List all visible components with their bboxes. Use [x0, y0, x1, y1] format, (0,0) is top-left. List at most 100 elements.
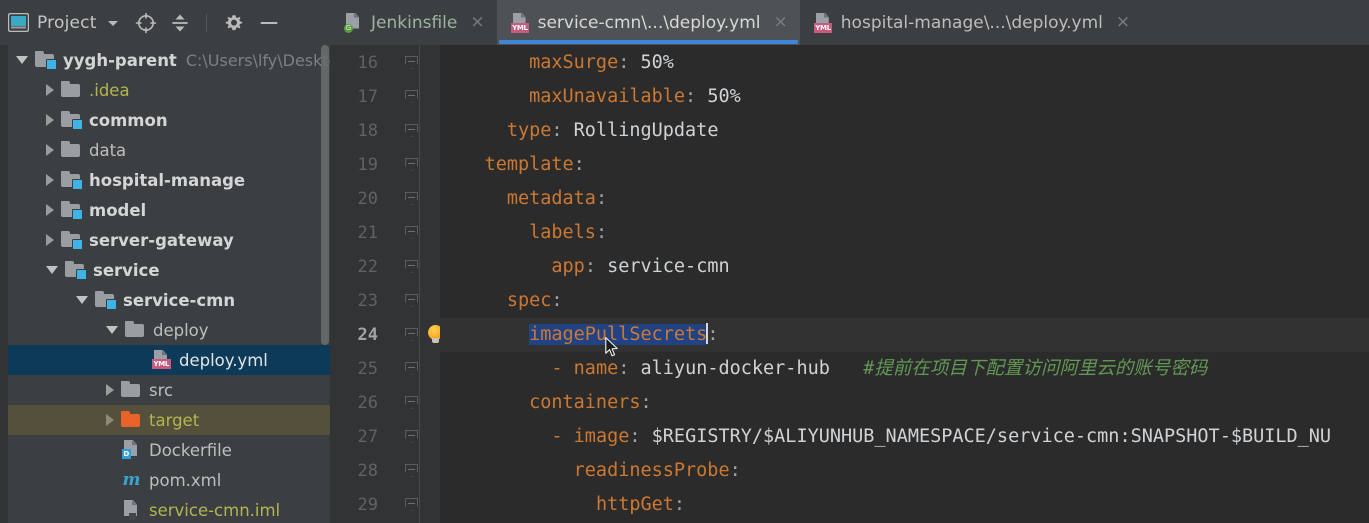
expand-arrow-down-icon[interactable]: [106, 326, 118, 334]
gear-icon[interactable]: [223, 12, 245, 34]
yaml-value: service-cmn: [595, 256, 730, 277]
tree-scrollbar[interactable]: [320, 45, 330, 523]
editor-tab-service-cmn-deploy[interactable]: YML service-cmn\...\deploy.yml ×: [496, 0, 800, 45]
tree-node-service-cmn[interactable]: service-cmn: [8, 285, 330, 315]
code-line[interactable]: maxUnavailable: 50%: [440, 80, 741, 114]
close-icon[interactable]: ×: [470, 14, 484, 31]
code-fold-icon[interactable]: [404, 55, 420, 71]
module-folder-icon: [61, 111, 83, 130]
line-number: 28: [357, 461, 378, 481]
code-line[interactable]: app: service-cmn: [440, 250, 730, 284]
expand-arrow-right-icon[interactable]: [46, 84, 54, 96]
locate-target-icon[interactable]: [135, 12, 157, 34]
yml-file-icon: YML: [813, 12, 833, 33]
chevron-down-icon[interactable]: [105, 16, 121, 30]
code-fold-icon[interactable]: [404, 395, 420, 411]
expand-arrow-right-icon[interactable]: [46, 174, 54, 186]
editor-tab-jenkinsfile[interactable]: G Jenkinsfile ×: [330, 0, 497, 45]
tree-node-pom-xml[interactable]: m pom.xml: [8, 465, 330, 495]
tree-scrollbar-thumb[interactable]: [321, 45, 329, 345]
tree-node-service[interactable]: service: [8, 255, 330, 285]
collapse-all-icon[interactable]: [170, 12, 190, 34]
code-line[interactable]: - image: $REGISTRY/$ALIYUNHUB_NAMESPACE/…: [440, 420, 1331, 454]
code-line[interactable]: metadata:: [440, 182, 607, 216]
code-text-area[interactable]: maxSurge: 50% maxUnavailable: 50% type: …: [440, 45, 1369, 523]
project-tool-window-title[interactable]: Project: [8, 13, 121, 33]
code-fold-icon[interactable]: [404, 157, 420, 173]
tool-window-stripe: [0, 45, 8, 523]
yaml-comment: #提前在项目下配置访问阿里云的账号密码: [863, 358, 1208, 379]
jenkins-file-badge: G: [344, 23, 353, 33]
code-line[interactable]: readinessProbe:: [440, 454, 741, 488]
expand-arrow-right-icon[interactable]: [106, 414, 114, 426]
yaml-key: containers: [529, 392, 641, 413]
code-fold-icon[interactable]: [404, 191, 420, 207]
tree-node-hospital-manage[interactable]: hospital-manage: [8, 165, 330, 195]
tree-node-common[interactable]: common: [8, 105, 330, 135]
tree-node-deploy[interactable]: deploy: [8, 315, 330, 345]
code-line[interactable]: template:: [440, 148, 585, 182]
tree-node-src[interactable]: src: [8, 375, 330, 405]
code-editor[interactable]: 16 17 18 19 20 21 22 23 24 25 26 27 28 29 maxSurge: 5…: [330, 45, 1369, 523]
editor-tab-hospital-manage-deploy[interactable]: YML hospital-manage\...\deploy.yml ×: [800, 0, 1142, 45]
module-badge-icon: [72, 209, 83, 220]
tree-node-server-gateway[interactable]: server-gateway: [8, 225, 330, 255]
code-line[interactable]: labels:: [440, 216, 607, 250]
folder-icon: [125, 321, 146, 339]
code-fold-icon[interactable]: [404, 327, 420, 343]
tree-node-target[interactable]: target: [8, 405, 330, 435]
yaml-punctuation: :: [551, 290, 563, 311]
code-fold-icon[interactable]: [404, 497, 420, 513]
code-fold-icon[interactable]: [404, 293, 420, 309]
expand-arrow-down-icon[interactable]: [16, 56, 28, 64]
code-fold-icon[interactable]: [404, 225, 420, 241]
code-line[interactable]: imagePullSecrets:: [440, 318, 1369, 352]
yaml-value: RollingUpdate: [562, 120, 719, 141]
yaml-list-dash: -: [551, 358, 574, 379]
code-line[interactable]: - name: aliyun-docker-hub #提前在项目下配置访问阿里云…: [440, 352, 1207, 386]
code-line[interactable]: httpGet:: [440, 488, 685, 522]
code-fold-icon[interactable]: [404, 123, 420, 139]
tree-node-dockerfile[interactable]: D Dockerfile: [8, 435, 330, 465]
tree-node-data[interactable]: data: [8, 135, 330, 165]
tree-node-deploy-yml[interactable]: YML deploy.yml: [8, 345, 330, 375]
project-tree-panel[interactable]: yygh-parent C:\Users\lfy\Deskto .idea commo…: [8, 45, 330, 523]
code-line[interactable]: containers:: [440, 386, 652, 420]
expand-arrow-right-icon[interactable]: [46, 204, 54, 216]
expand-arrow-down-icon[interactable]: [76, 296, 88, 304]
tree-node-service-cmn-iml[interactable]: service-cmn.iml: [8, 495, 330, 523]
close-icon[interactable]: ×: [774, 14, 788, 31]
code-fold-icon[interactable]: [404, 463, 420, 479]
tree-node-idea[interactable]: .idea: [8, 75, 330, 105]
iml-badge: [129, 513, 136, 520]
line-number: 25: [357, 359, 378, 379]
expand-arrow-down-icon[interactable]: [46, 266, 58, 274]
code-fold-icon[interactable]: [404, 259, 420, 275]
code-line[interactable]: maxSurge: 50%: [440, 46, 674, 80]
expand-arrow-right-icon[interactable]: [46, 234, 54, 246]
gutter-line: 21: [330, 216, 440, 250]
expand-arrow-right-icon[interactable]: [106, 384, 114, 396]
expand-arrow-right-icon[interactable]: [46, 114, 54, 126]
yaml-key: httpGet: [595, 494, 674, 515]
code-fold-icon[interactable]: [404, 89, 420, 105]
minimize-icon[interactable]: [258, 12, 280, 34]
code-fold-icon[interactable]: [404, 429, 420, 445]
expand-arrow-right-icon[interactable]: [46, 144, 54, 156]
code-fold-icon[interactable]: [404, 361, 420, 377]
tree-node-model[interactable]: model: [8, 195, 330, 225]
yaml-key: maxUnavailable: [529, 86, 686, 107]
tree-node-yygh-parent[interactable]: yygh-parent C:\Users\lfy\Deskto: [8, 45, 330, 75]
close-icon[interactable]: ×: [1116, 14, 1130, 31]
docker-file-icon: D: [121, 440, 142, 460]
editor-gutter[interactable]: 16 17 18 19 20 21 22 23 24 25 26 27 28 29: [330, 45, 443, 523]
code-line[interactable]: spec:: [440, 284, 563, 318]
code-line[interactable]: type: RollingUpdate: [440, 114, 719, 148]
yaml-punctuation: :: [640, 392, 652, 413]
jenkins-file-icon: G: [344, 12, 362, 33]
